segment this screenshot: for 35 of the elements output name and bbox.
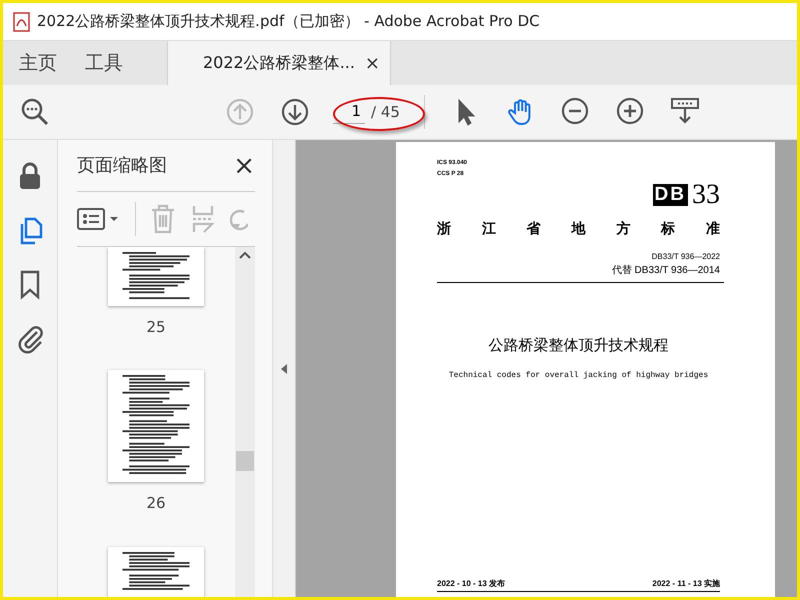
page-number-label: 25 (146, 316, 166, 338)
page-number-field[interactable]: 1 (333, 100, 365, 124)
page-thumbnail[interactable] (108, 247, 204, 306)
english-title: Technical codes for overall jacking of highway bridges (448, 370, 710, 382)
scroll-up-icon[interactable] (239, 251, 251, 259)
page-thumbnail[interactable] (108, 546, 204, 597)
close-tab-button[interactable]: × (364, 50, 380, 76)
search-icon[interactable] (20, 97, 50, 127)
effective-date: 2022 - 11 - 13 实施 (652, 578, 720, 590)
standard-code: DB33/T 936—2022 (650, 251, 720, 263)
panel-title: 页面缩略图 (77, 154, 167, 178)
document-title: 公路桥梁整体顶升技术规程 (488, 336, 670, 356)
zoom-out-icon[interactable] (560, 97, 589, 127)
lock-icon[interactable] (17, 162, 43, 192)
scrollbar-thumb[interactable] (236, 451, 254, 471)
close-panel-button[interactable]: × (233, 152, 255, 178)
zoom-in-icon[interactable] (616, 97, 644, 127)
issue-date: 2022 - 10 - 13 发布 (437, 578, 506, 590)
standard-mark: DB (652, 184, 688, 206)
page-down-icon[interactable] (281, 98, 309, 126)
window-title: 2022公路桥梁整体顶升技术规程.pdf（已加密） - Adobe Acrobat Pro DC (37, 11, 540, 32)
tab-label: 2022公路桥梁整体... (203, 52, 355, 74)
page-number-label: 26 (146, 493, 166, 514)
paperclip-icon[interactable] (17, 324, 43, 354)
page-total: / 45 (371, 102, 400, 123)
replaces-code: 代替 DB33/T 936—2014 (612, 264, 720, 278)
app-icon (13, 12, 31, 32)
document-tab[interactable]: 2022公路桥梁整体... × (167, 41, 391, 85)
collapse-icon[interactable] (280, 362, 288, 374)
nav-tab[interactable]: 主页 (3, 41, 71, 85)
standard-number-mark: 33 (692, 182, 720, 208)
issuer-heading: 浙 江 省 地 方 标 准 (437, 219, 720, 238)
nav-tab[interactable]: 工具 (71, 41, 137, 85)
options-icon[interactable] (77, 206, 121, 232)
page-thumbnail[interactable] (108, 370, 204, 482)
